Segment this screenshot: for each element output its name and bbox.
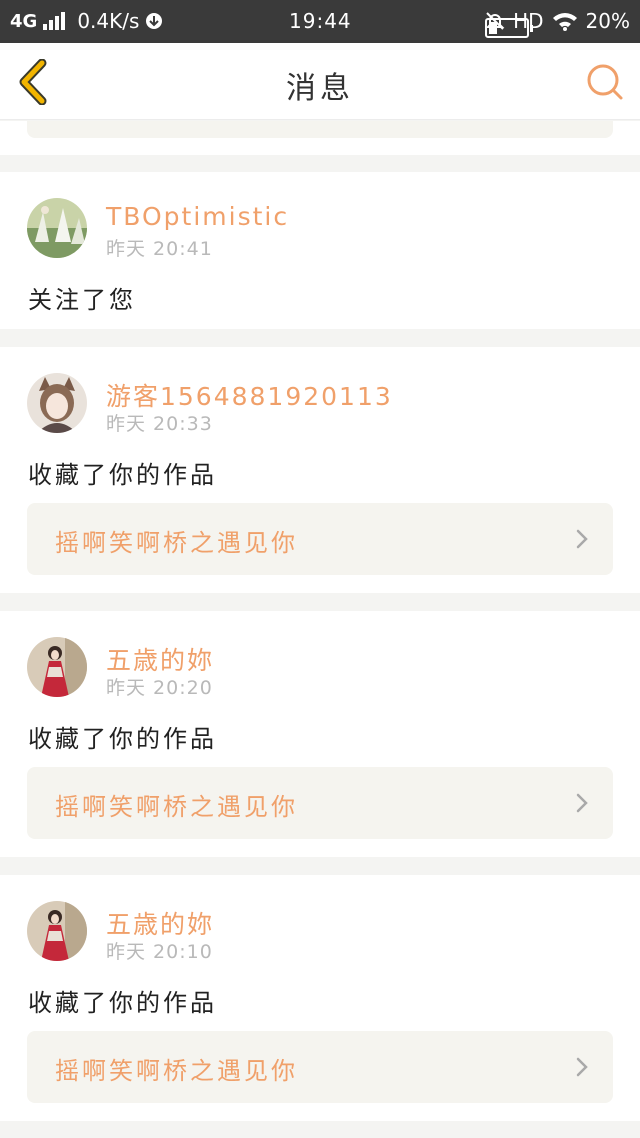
work-title: 摇啊笑啊桥之遇见你 bbox=[55, 1057, 298, 1085]
partial-work-box bbox=[27, 121, 613, 138]
partial-card bbox=[0, 121, 640, 155]
timestamp: 昨天 20:33 bbox=[106, 413, 213, 435]
signal-icon bbox=[43, 12, 66, 30]
network-type: 4G bbox=[10, 10, 38, 32]
username[interactable]: 五歳的妳 bbox=[106, 641, 214, 677]
download-icon bbox=[146, 13, 163, 29]
status-left: 4G 0.4K/s bbox=[10, 9, 163, 33]
username[interactable]: 游客1564881920113 bbox=[106, 377, 393, 413]
notification-card[interactable]: 五歳的妳 昨天 20:20 收藏了你的作品 摇啊笑啊桥之遇见你 bbox=[0, 611, 640, 857]
chevron-right-icon bbox=[576, 1057, 588, 1077]
work-link[interactable]: 摇啊笑啊桥之遇见你 bbox=[27, 1031, 613, 1103]
notification-card[interactable]: 五歳的妳 昨天 20:10 收藏了你的作品 摇啊笑啊桥之遇见你 bbox=[0, 875, 640, 1121]
battery-level: 20% bbox=[585, 9, 630, 33]
avatar[interactable] bbox=[27, 637, 87, 697]
timestamp: 昨天 20:41 bbox=[106, 238, 213, 260]
chevron-right-icon bbox=[576, 793, 588, 813]
avatar[interactable] bbox=[27, 373, 87, 433]
notification-card[interactable]: 游客1564881920113 昨天 20:33 收藏了你的作品 摇啊笑啊桥之遇… bbox=[0, 347, 640, 593]
work-title: 摇啊笑啊桥之遇见你 bbox=[55, 793, 298, 821]
status-time: 19:44 bbox=[289, 9, 352, 33]
battery-icon bbox=[485, 18, 534, 38]
top-nav-bar: 消息 bbox=[0, 43, 640, 120]
action-text: 收藏了你的作品 bbox=[28, 725, 217, 753]
work-link[interactable]: 摇啊笑啊桥之遇见你 bbox=[27, 503, 613, 575]
notification-card[interactable]: TBOptimistic 昨天 20:41 关注了您 bbox=[0, 172, 640, 329]
avatar[interactable] bbox=[27, 198, 87, 258]
action-text: 关注了您 bbox=[28, 286, 136, 314]
work-title: 摇啊笑啊桥之遇见你 bbox=[55, 529, 298, 557]
chevron-right-icon bbox=[576, 529, 588, 549]
username[interactable]: TBOptimistic bbox=[106, 202, 289, 231]
status-bar: 4G 0.4K/s 19:44 HD 20% bbox=[0, 0, 640, 43]
status-right: HD 20% bbox=[485, 9, 630, 38]
action-text: 收藏了你的作品 bbox=[28, 989, 217, 1017]
action-text: 收藏了你的作品 bbox=[28, 461, 217, 489]
timestamp: 昨天 20:20 bbox=[106, 677, 213, 699]
page-title: 消息 bbox=[286, 71, 354, 106]
wifi-icon bbox=[552, 13, 577, 31]
avatar[interactable] bbox=[27, 901, 87, 961]
search-button[interactable] bbox=[586, 63, 624, 101]
search-icon bbox=[587, 64, 623, 100]
network-speed: 0.4K/s bbox=[77, 9, 140, 33]
timestamp: 昨天 20:10 bbox=[106, 941, 213, 963]
username[interactable]: 五歳的妳 bbox=[106, 905, 214, 941]
work-link[interactable]: 摇啊笑啊桥之遇见你 bbox=[27, 767, 613, 839]
